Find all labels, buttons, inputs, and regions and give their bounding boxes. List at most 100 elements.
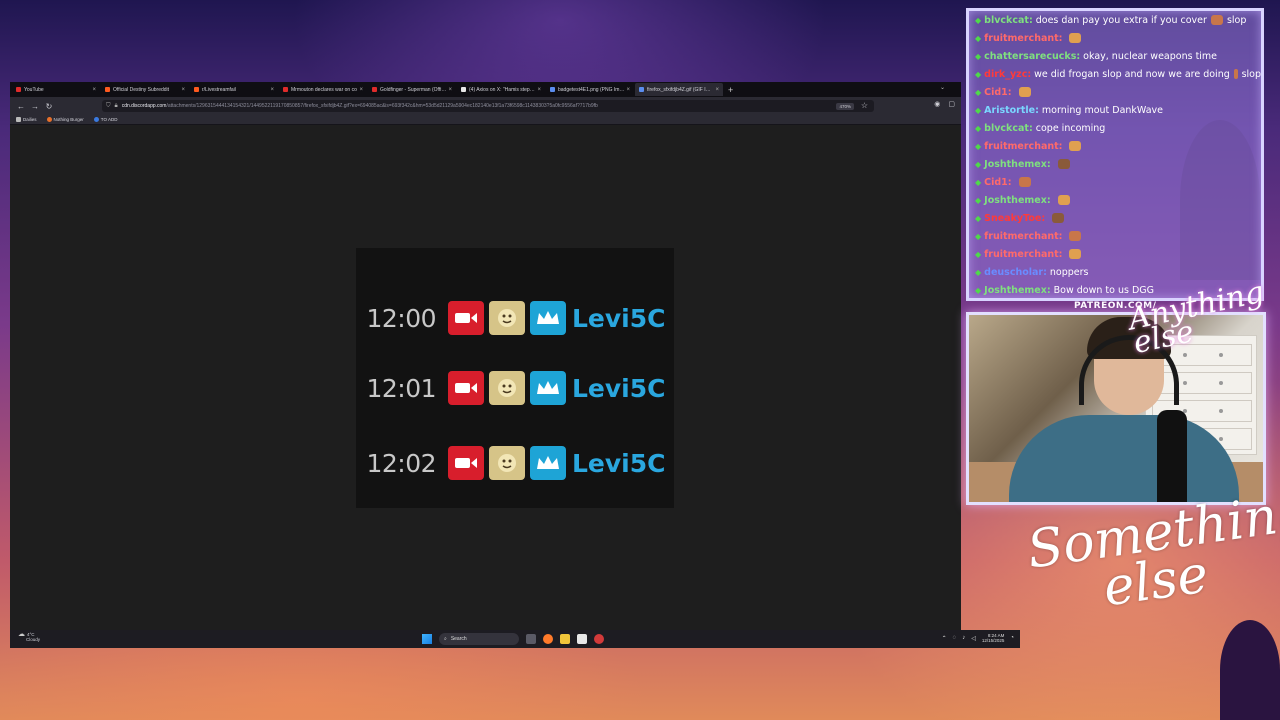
mic-icon[interactable]: ♪ [962, 635, 965, 641]
emote-icon [1018, 87, 1031, 97]
taskbar-clock[interactable]: 8:24 AM 12/15/2025 [982, 633, 1005, 643]
gif-row: 12:02 Levi5C [356, 445, 666, 481]
chat-username[interactable]: Joshthemex: [984, 285, 1051, 296]
firefox-icon[interactable] [543, 634, 553, 644]
chat-username[interactable]: fruitmerchant: [984, 249, 1062, 260]
forward-button[interactable]: → [28, 102, 42, 111]
chat-text: Bow down to us DGG [1053, 284, 1155, 296]
pocket-icon[interactable]: ▢ [948, 100, 955, 108]
close-icon[interactable]: × [359, 87, 363, 93]
sub-gem-icon: ◆ [975, 249, 982, 259]
tab-label: Official Destiny Subreddit [113, 86, 170, 93]
network-icon[interactable]: ◌ [953, 635, 957, 641]
chat-username[interactable]: blvckcat: [984, 15, 1033, 26]
emote-icon [1069, 249, 1082, 259]
close-icon[interactable]: × [448, 87, 452, 93]
chat-username[interactable]: Joshthemex: [984, 195, 1051, 206]
crown-badge-icon [530, 301, 566, 335]
system-tray: ⌃ ◌ ♪ ◁ 8:24 AM 12/15/2025 ◔ [942, 633, 1014, 643]
chat-message: ◆ deuscholar: noppers [969, 263, 1261, 281]
reload-button[interactable]: ↻ [42, 102, 56, 111]
tab-label: YouTube [24, 86, 44, 93]
chevron-up-icon[interactable]: ⌃ [942, 635, 947, 642]
chat-message: ◆ Aristortle: morning mout DankWave [969, 101, 1261, 119]
browser-window: YouTube × Official Destiny Subreddit × r… [10, 82, 961, 648]
chat-text: morning mout DankWave [1041, 104, 1164, 116]
chevron-down-icon[interactable]: ⌄ [940, 84, 945, 91]
zoom-level[interactable]: 470% [836, 103, 854, 110]
youtube-icon [372, 87, 377, 92]
chat-username[interactable]: Cid1: [984, 177, 1011, 188]
gif-row: 12:00 Levi5C [356, 300, 666, 336]
close-icon[interactable]: × [537, 87, 541, 93]
gif-image[interactable]: 12:00 Levi5C 12:01 Levi5C 12:02 Levi5C [356, 248, 674, 508]
close-icon[interactable]: × [270, 87, 274, 93]
bookmark-nothing-burger[interactable]: Nothing Burger [46, 117, 84, 122]
webcam-feed [966, 312, 1266, 505]
extensions-icon[interactable]: ◉ [934, 100, 940, 108]
camera-badge-icon [448, 446, 484, 480]
sub-gem-icon: ◆ [975, 213, 982, 223]
lock-icon[interactable]: 🔒︎ [115, 103, 118, 110]
chat-username[interactable]: Joshthemex: [984, 159, 1051, 170]
camera-badge-icon [448, 301, 484, 335]
url-text[interactable]: cdn.discordapp.com/attachments/129631544… [122, 103, 812, 109]
tab-mrmouton[interactable]: Mrmouton declares war on co × [279, 83, 367, 96]
close-icon[interactable]: × [715, 87, 719, 93]
chat-message: ◆ Joshthemex: [969, 155, 1261, 173]
bookmark-to-add[interactable]: TO ADD [93, 117, 117, 122]
image-icon [550, 87, 555, 92]
plant-silhouette [1220, 620, 1280, 720]
close-icon[interactable]: × [626, 87, 630, 93]
chat-text: noppers [1049, 266, 1089, 278]
chrome-icon[interactable] [594, 634, 604, 644]
shield-icon[interactable]: ⛉ [106, 103, 111, 110]
tab-destiny-subreddit[interactable]: Official Destiny Subreddit × [101, 83, 189, 96]
taskbar-search[interactable]: ⌕ Search [439, 633, 519, 645]
microphone [1157, 410, 1187, 502]
search-icon: ⌕ [444, 636, 447, 642]
chat-message: ◆ Joshthemex: [969, 191, 1261, 209]
close-icon[interactable]: × [181, 87, 185, 93]
chat-username[interactable]: fruitmerchant: [984, 231, 1062, 242]
bookmark-dailies[interactable]: Dailies [16, 117, 37, 122]
chat-username[interactable]: Cid1: [984, 87, 1011, 98]
chat-username[interactable]: deuscholar: [984, 267, 1047, 278]
tab-bar: YouTube × Official Destiny Subreddit × r… [10, 82, 961, 97]
sub-badge-icon [489, 371, 525, 405]
tab-goldfinger[interactable]: Goldfinger - Superman (Officia × [368, 83, 456, 96]
windows-start-icon[interactable] [422, 634, 432, 644]
speaker-icon[interactable]: ◁ [971, 635, 976, 642]
close-icon[interactable]: × [92, 87, 96, 93]
back-button[interactable]: ← [14, 102, 28, 111]
sub-gem-icon: ◆ [975, 159, 982, 169]
tab-firefox-gif[interactable]: firefox_sfxifdjb4Z.gif (GIF Image, 1 × [635, 83, 723, 96]
bookmark-star-icon[interactable]: ☆ [861, 101, 868, 110]
chat-username[interactable]: blvckcat: [984, 123, 1033, 134]
emote-icon [1210, 15, 1223, 25]
chat-username[interactable]: Aristortle: [984, 105, 1039, 116]
task-view-icon[interactable] [526, 634, 536, 644]
tab-youtube[interactable]: YouTube × [12, 83, 100, 96]
chat-username[interactable]: chattersarecucks: [984, 51, 1080, 62]
emote-icon [1069, 231, 1082, 241]
chat-username[interactable]: fruitmerchant: [984, 141, 1062, 152]
new-tab-button[interactable]: + [728, 85, 733, 95]
streamer-hoodie [1009, 415, 1239, 502]
tab-axios[interactable]: (4) Axios on X: "Hamis stepping × [457, 83, 545, 96]
chat-username[interactable]: dirk_yzc: [984, 69, 1031, 80]
file-explorer-icon[interactable] [560, 634, 570, 644]
chat-username[interactable]: SneakyToe: [984, 213, 1045, 224]
crown-badge-icon [530, 446, 566, 480]
chat-message: ◆ fruitmerchant: [969, 29, 1261, 47]
tab-badgetest[interactable]: badgetest4E1.png (PNG Image, 14 × [546, 83, 634, 96]
chat-username[interactable]: fruitmerchant: [984, 33, 1062, 44]
crown-badge-icon [530, 371, 566, 405]
chat-message: ◆ fruitmerchant: [969, 137, 1261, 155]
url-bar[interactable]: ⛉ 🔒︎ cdn.discordapp.com/attachments/1296… [102, 100, 874, 112]
tab-livestreamfail[interactable]: r/Livestreamfail × [190, 83, 278, 96]
notifications-icon[interactable]: ◔ [1010, 635, 1014, 641]
chat-message: ◆ fruitmerchant: [969, 227, 1261, 245]
weather-widget[interactable]: ☁ 4°C Cloudy [18, 631, 40, 642]
app-icon[interactable] [577, 634, 587, 644]
